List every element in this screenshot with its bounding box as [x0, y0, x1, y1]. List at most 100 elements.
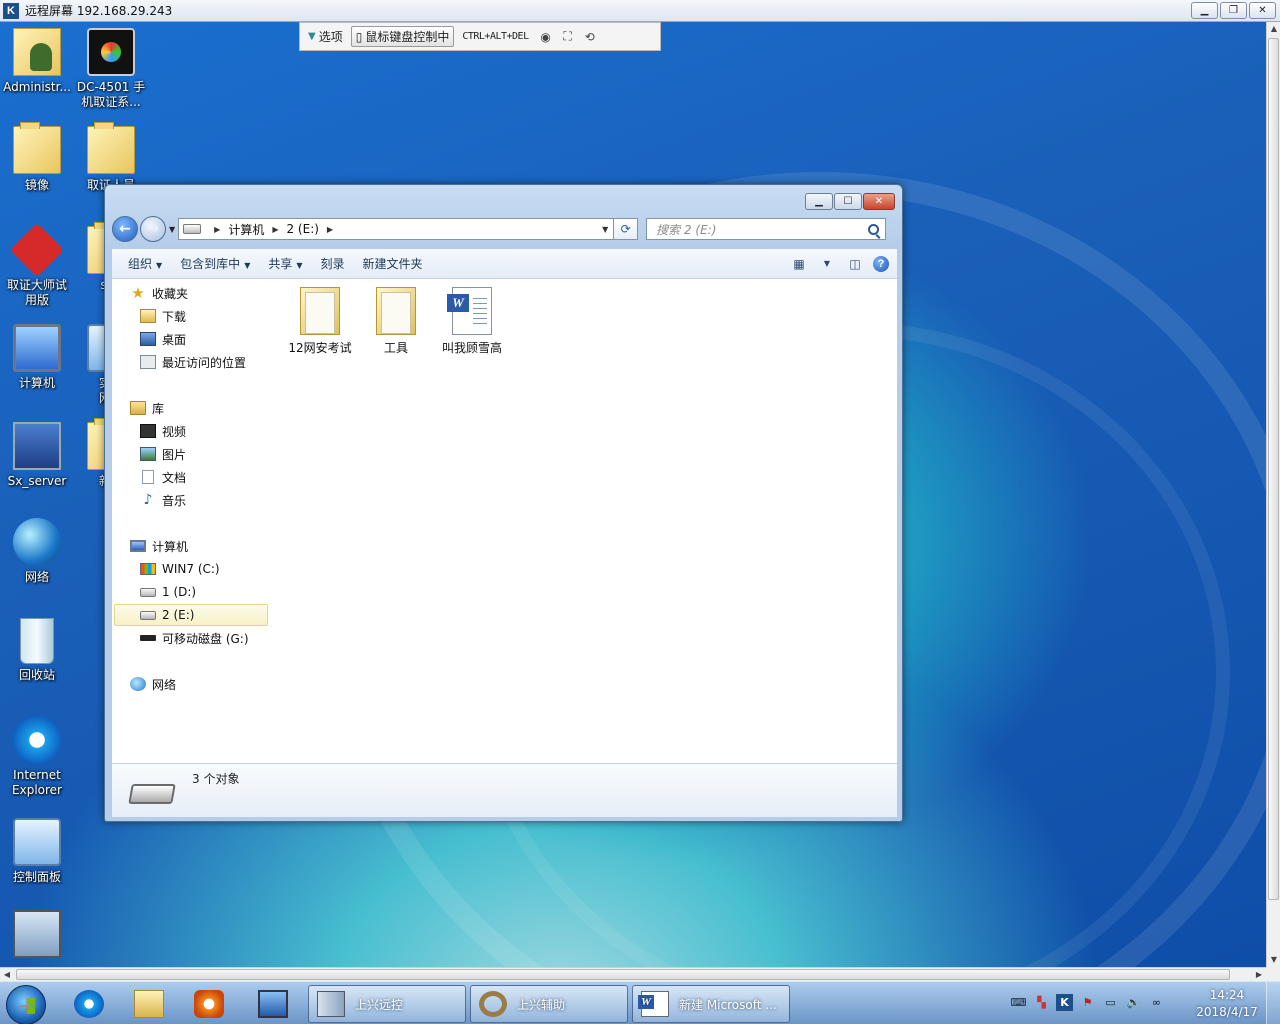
burn-button[interactable]: 刻录 [312, 251, 354, 276]
preview-pane-icon[interactable]: ◫ [845, 255, 865, 273]
nav-drive-c[interactable]: WIN7 (C:) [140, 558, 220, 580]
disconnect-icon[interactable]: ⟲ [581, 28, 599, 46]
nav-computer[interactable]: 计算机 [130, 535, 188, 557]
file-item[interactable]: 工具 [356, 279, 436, 356]
nav-music[interactable]: ♪ 音乐 [140, 489, 186, 511]
horizontal-scroll-thumb[interactable] [16, 969, 1230, 980]
remote-desktop[interactable]: Administr... 镜像 取证大师试 用版 计算机 Sx_server 网… [0, 22, 1266, 967]
vertical-scroll-thumb[interactable] [1268, 38, 1279, 900]
horizontal-scrollbar[interactable]: ◀ ▶ [0, 967, 1266, 981]
breadcrumb-drive-e[interactable]: 2 (E:) [286, 222, 318, 236]
nav-documents[interactable]: 文档 [140, 466, 186, 488]
back-button[interactable]: ← [112, 216, 138, 242]
start-button[interactable] [6, 985, 46, 1024]
scroll-right-icon[interactable]: ▶ [1252, 968, 1266, 982]
word-document-icon [447, 287, 492, 335]
desktop-icon-internet-explorer[interactable]: Internet Explorer [0, 716, 74, 798]
taskbar-task-remote-control[interactable]: 上兴远控 [308, 985, 466, 1023]
explorer-close-button[interactable]: ✕ [863, 193, 895, 210]
desktop-icon-administrator[interactable]: Administr... [0, 28, 74, 95]
desktop-icon-recycle-bin[interactable]: 回收站 [0, 618, 74, 683]
minimize-button[interactable]: ▁ [1191, 2, 1218, 19]
desktop-icon-sx-server[interactable]: Sx_server [0, 422, 74, 489]
file-item[interactable]: 12网安考试 [280, 279, 360, 356]
restore-button[interactable]: ❐ [1220, 2, 1247, 19]
show-desktop-button[interactable] [1266, 982, 1280, 1024]
recent-pages-dropdown[interactable]: ▼ [169, 225, 175, 234]
chevron-right-icon[interactable]: ▶ [214, 225, 220, 234]
recent-places-icon [140, 355, 156, 369]
system-drive-icon [140, 563, 156, 575]
nav-network[interactable]: 网络 [130, 673, 176, 695]
taskbar-pin-explorer[interactable] [122, 986, 176, 1022]
chevron-right-icon[interactable]: ▶ [327, 225, 333, 234]
explorer-window[interactable]: ▁ ☐ ✕ ← → ▼ ▶ 计算机 ▶ 2 (E:) ▶ ▼ ⟳ 搜索 2 (E… [104, 184, 903, 822]
close-button[interactable]: ✕ [1249, 2, 1276, 19]
view-options-icon[interactable]: ▦ [789, 255, 809, 273]
desktop-icon-installer[interactable] [0, 910, 74, 962]
system-clock[interactable]: 14:24 2018/4/17 [1192, 987, 1262, 1021]
ctrl-alt-del-button[interactable]: CTRL+ALT+DEL [458, 26, 532, 47]
desktop-icon-computer[interactable]: 计算机 [0, 324, 74, 391]
desktop-icon-network[interactable]: 网络 [0, 518, 74, 585]
forward-button[interactable]: → [140, 216, 166, 242]
options-menu[interactable]: ▼ 选项 [304, 26, 347, 47]
refresh-button[interactable]: ⟳ [614, 218, 639, 240]
view-dropdown-icon[interactable]: ▼ [817, 255, 837, 273]
scroll-up-icon[interactable]: ▲ [1267, 22, 1280, 36]
nav-recent-places[interactable]: 最近访问的位置 [140, 351, 246, 373]
desktop-icon-dc4501[interactable]: DC-4501 手 机取证系... [74, 28, 148, 110]
nav-libraries[interactable]: 库 [130, 397, 164, 419]
nav-favorites[interactable]: ★ 收藏夹 [130, 282, 188, 304]
nav-downloads[interactable]: 下载 [140, 305, 186, 327]
taskbar-task-word[interactable]: 新建 Microsoft ... [632, 985, 790, 1023]
nav-videos[interactable]: 视频 [140, 420, 186, 442]
file-name: 叫我顾雪高 [441, 341, 502, 355]
taskbar-pin-media-player[interactable] [182, 986, 236, 1022]
taskbar-task-helper[interactable]: 上兴辅助 [470, 985, 628, 1023]
network-status-icon[interactable]: ▭ [1102, 994, 1119, 1011]
address-bar[interactable]: ▶ 计算机 ▶ 2 (E:) ▶ ▼ [178, 218, 615, 240]
internet-explorer-icon [13, 716, 61, 764]
search-input[interactable]: 搜索 2 (E:) [646, 218, 887, 240]
forensics-app-icon [9, 222, 65, 278]
chevron-right-icon[interactable]: ▶ [272, 225, 278, 234]
nav-drive-g[interactable]: 可移动磁盘 (G:) [140, 627, 249, 649]
nav-drive-d[interactable]: 1 (D:) [140, 581, 196, 603]
help-icon[interactable]: ? [873, 255, 889, 272]
link-tray-icon[interactable]: ∞ [1148, 994, 1165, 1011]
recycle-bin-icon [20, 618, 54, 664]
screenshot-camera-icon[interactable]: ◉ [537, 28, 555, 46]
fullscreen-icon[interactable]: ⛶ [559, 28, 577, 46]
desktop-icon-control-panel[interactable]: 控制面板 [0, 818, 74, 885]
mouse-keyboard-control-toggle[interactable]: ▯ 鼠标键盘控制中 [350, 26, 455, 47]
breadcrumb-computer[interactable]: 计算机 [228, 221, 264, 238]
new-folder-button[interactable]: 新建文件夹 [354, 251, 432, 276]
nav-pictures[interactable]: 图片 [140, 443, 186, 465]
remote-app-tray-icon[interactable]: K [1056, 994, 1073, 1011]
scroll-left-icon[interactable]: ◀ [0, 968, 14, 982]
vertical-scrollbar[interactable]: ▲ ▼ [1266, 22, 1280, 967]
share-menu[interactable]: 共享 ▼ [259, 251, 311, 276]
organize-menu[interactable]: 组织 ▼ [119, 251, 171, 276]
clock-date: 2018/4/17 [1196, 1005, 1258, 1019]
file-item[interactable]: 叫我顾雪高 [432, 279, 512, 356]
taskbar-pin-remote-desktop[interactable] [246, 986, 300, 1022]
colorful-tray-icon[interactable]: ▚ [1033, 994, 1050, 1011]
explorer-minimize-button[interactable]: ▁ [805, 193, 833, 210]
nav-desktop[interactable]: 桌面 [140, 328, 186, 350]
volume-muted-icon[interactable]: 🔈 [1125, 994, 1142, 1011]
scroll-down-icon[interactable]: ▼ [1267, 953, 1280, 967]
desktop-icon-forensics-master[interactable]: 取证大师试 用版 [0, 222, 74, 308]
action-center-flag-icon[interactable]: ⚑ [1079, 994, 1096, 1011]
desktop-icon-mirror[interactable]: 镜像 [0, 122, 74, 193]
desktop-icon-evidence-folder[interactable]: 取证人员 [74, 122, 148, 193]
nav-drive-e[interactable]: 2 (E:) [114, 604, 268, 626]
network-icon [130, 677, 146, 691]
address-dropdown-icon[interactable]: ▼ [597, 225, 613, 234]
keyboard-icon[interactable]: ⌨ [1010, 994, 1027, 1011]
include-in-library-menu[interactable]: 包含到库中 ▼ [171, 251, 259, 276]
explorer-maximize-button[interactable]: ☐ [834, 193, 862, 210]
search-icon[interactable] [868, 223, 880, 235]
taskbar-pin-internet-explorer[interactable] [62, 986, 116, 1022]
